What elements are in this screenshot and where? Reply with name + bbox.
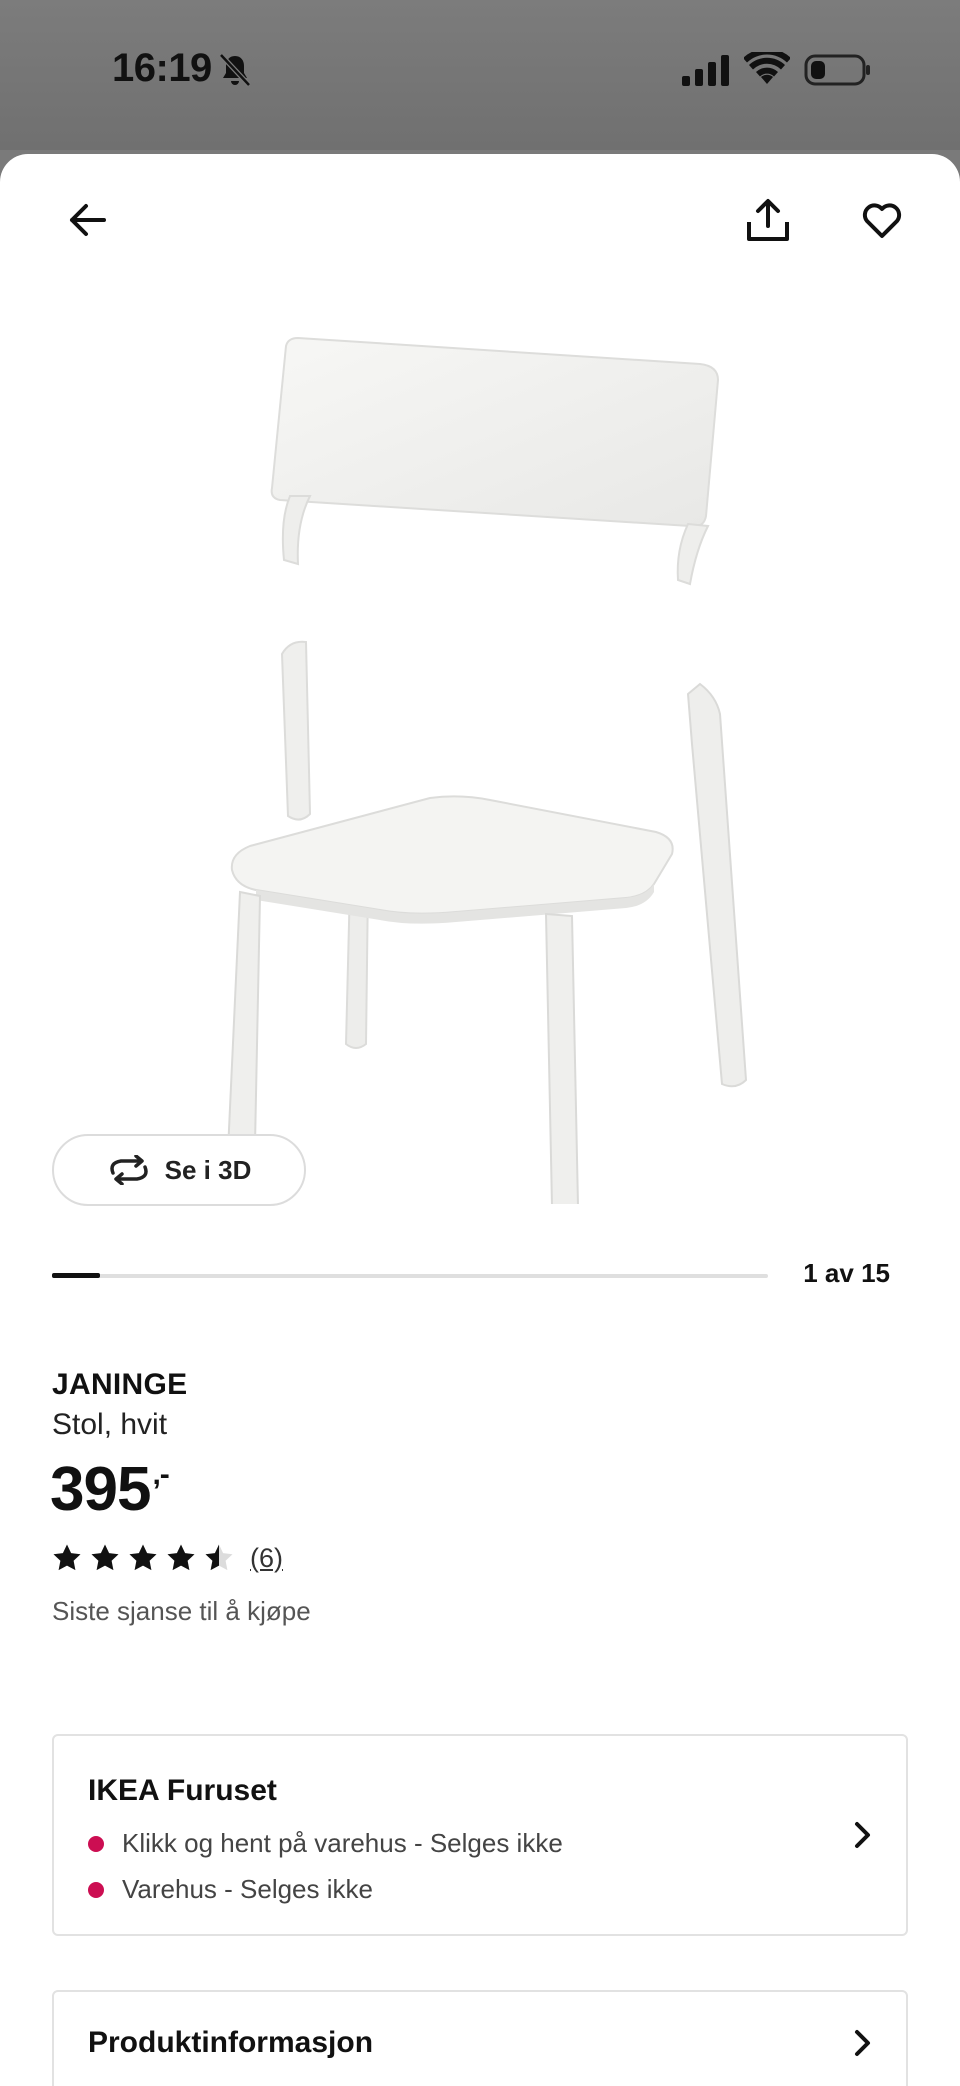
favorite-button[interactable]: [850, 188, 914, 252]
price-suffix: ,-: [152, 1458, 169, 1491]
cellular-signal-icon: [682, 55, 729, 86]
rating-stars: [52, 1543, 234, 1573]
price-value: 395: [50, 1455, 151, 1524]
star-icon: [205, 1544, 233, 1571]
product-name: JANINGE: [52, 1368, 188, 1401]
share-icon: [747, 199, 789, 241]
share-button[interactable]: [736, 188, 800, 252]
arrow-left-icon: [70, 204, 106, 236]
back-button[interactable]: [56, 188, 120, 252]
star-icon: [129, 1544, 157, 1571]
view-3d-button[interactable]: Se i 3D: [52, 1134, 306, 1206]
product-image[interactable]: [160, 324, 800, 1204]
store-name: IKEA Furuset: [88, 1774, 277, 1807]
heart-icon: [862, 203, 902, 238]
chevron-right-icon: [855, 2030, 870, 2056]
star-icon: [53, 1544, 81, 1571]
store-availability-card[interactable]: IKEA Furuset Klikk og hent på varehus - …: [52, 1734, 908, 1936]
availability-click-collect: Klikk og hent på varehus - Selges ikke: [88, 1828, 563, 1859]
wifi-icon: [744, 52, 790, 84]
availability-store: Varehus - Selges ikke: [88, 1874, 373, 1905]
status-time: 16:19: [112, 46, 212, 90]
status-dot: [88, 1835, 104, 1852]
battery-icon: [804, 54, 870, 86]
gallery-counter: 1 av 15: [803, 1258, 890, 1288]
product-price: 395,-: [50, 1454, 170, 1525]
review-count[interactable]: (6): [250, 1543, 283, 1574]
status-bar: 16:19: [0, 0, 960, 150]
view-3d-label: Se i 3D: [164, 1154, 252, 1185]
bell-off-icon: [219, 53, 251, 87]
rating[interactable]: (6): [52, 1540, 283, 1576]
product-info-card[interactable]: Produktinformasjon: [52, 1990, 908, 2086]
product-sheet: Se i 3D 1 av 15 JANINGE Stol, hvit 395,-…: [0, 154, 960, 2086]
availability-text: Varehus - Selges ikke: [122, 1874, 373, 1904]
product-info-title: Produktinformasjon: [88, 2026, 374, 2059]
sale-note: Siste sjanse til å kjøpe: [52, 1596, 311, 1626]
availability-text: Klikk og hent på varehus - Selges ikke: [122, 1828, 563, 1858]
chevron-right-icon: [855, 1822, 870, 1848]
gallery-progress-fill: [52, 1273, 100, 1278]
product-description: Stol, hvit: [52, 1408, 168, 1441]
star-icon: [91, 1544, 119, 1571]
status-dot: [88, 1881, 104, 1898]
gallery-progress: [52, 1273, 768, 1278]
star-icon: [167, 1544, 195, 1571]
rotate-3d-icon: [109, 1155, 148, 1185]
